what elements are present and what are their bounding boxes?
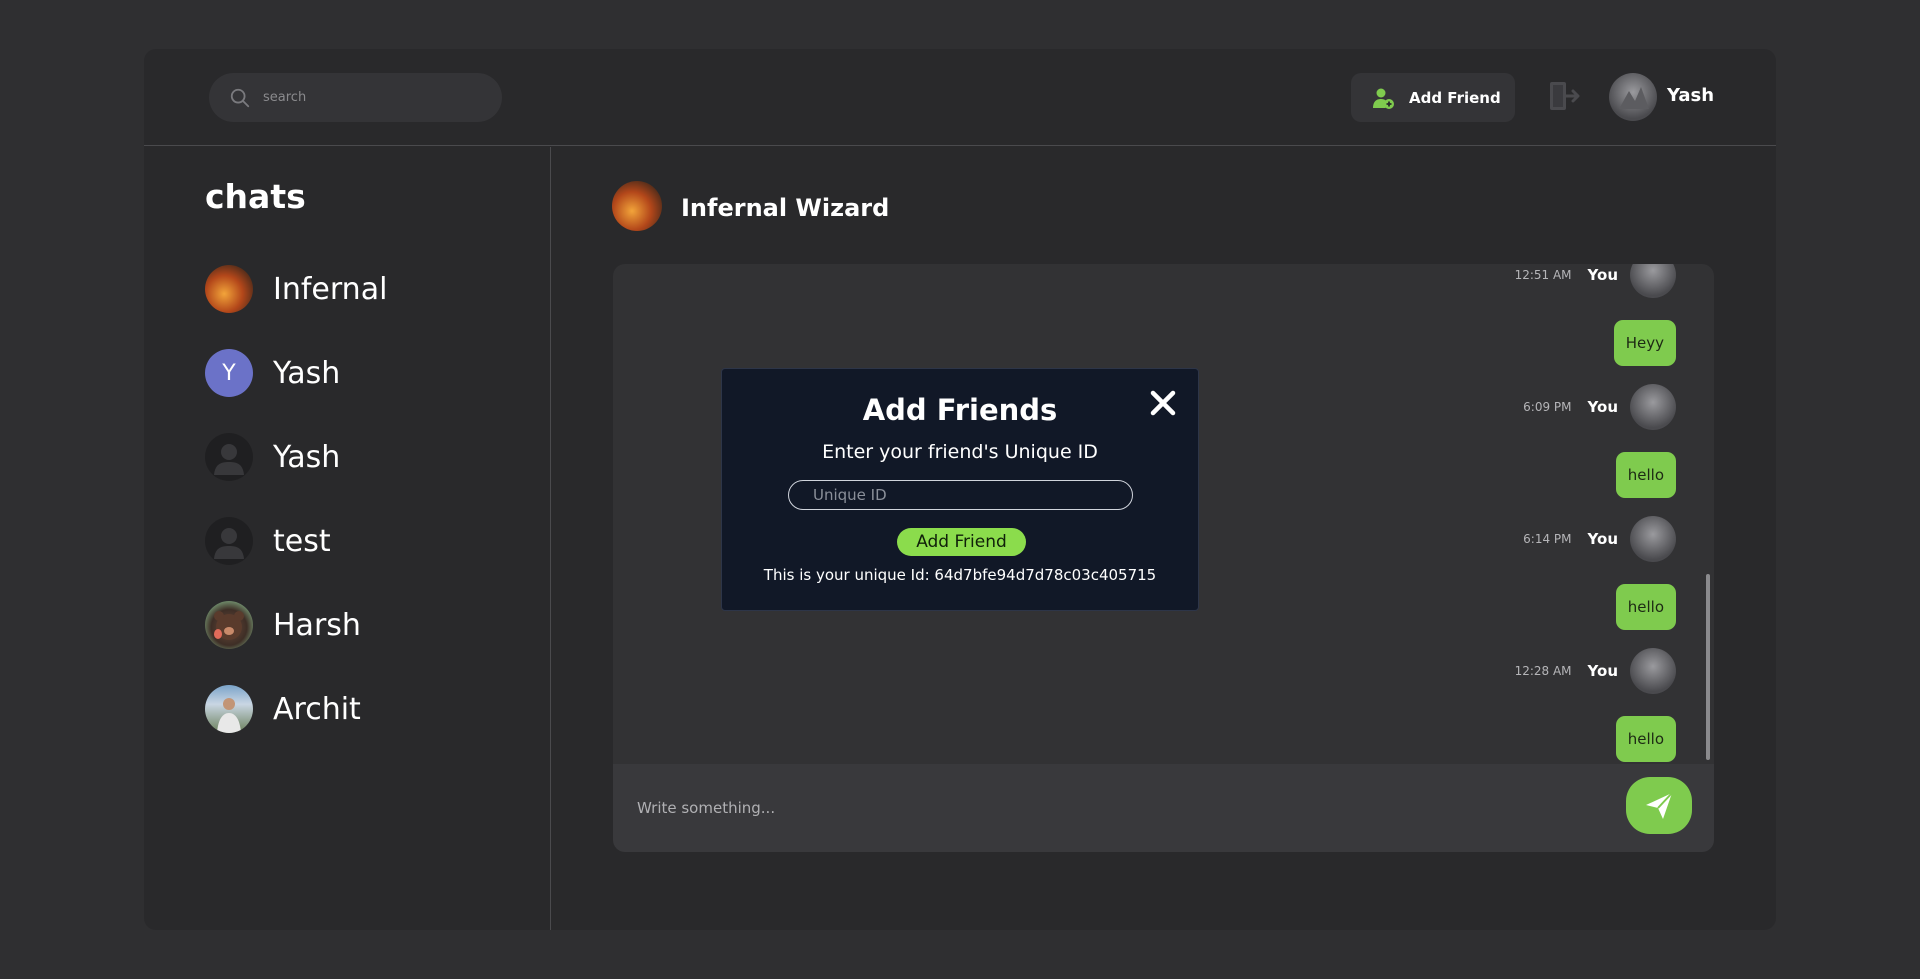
modal-title: Add Friends xyxy=(862,393,1058,427)
chat-item-label: Archit xyxy=(273,691,361,727)
chat-item-yash[interactable]: Y Yash xyxy=(205,348,340,398)
chats-title: chats xyxy=(205,177,306,216)
search-bar[interactable] xyxy=(209,73,502,122)
chat-item-label: Yash xyxy=(273,439,341,475)
message-meta: 12:28 AM You xyxy=(1515,648,1676,694)
chat-item-test[interactable]: test xyxy=(205,516,331,566)
bear-avatar xyxy=(205,601,253,649)
message-time: 6:09 PM xyxy=(1523,400,1572,414)
message-sender: You xyxy=(1587,662,1618,680)
chat-item-label: Infernal xyxy=(273,271,388,307)
message-meta: 6:09 PM You xyxy=(1523,384,1676,430)
message-composer xyxy=(613,764,1714,852)
chat-item-label: Harsh xyxy=(273,607,361,643)
default-user-avatar xyxy=(205,517,253,565)
avatar-initial: Y xyxy=(222,360,236,386)
message-sender: You xyxy=(1587,398,1618,416)
add-friends-modal: Add Friends Enter your friend's Unique I… xyxy=(721,368,1199,611)
message-bubble: hello xyxy=(1615,452,1676,498)
send-icon xyxy=(1646,791,1673,819)
user-avatar[interactable] xyxy=(1609,73,1657,121)
message-bubble: hello xyxy=(1615,716,1676,762)
search-input[interactable] xyxy=(263,90,483,105)
message-time: 12:28 AM xyxy=(1514,664,1572,678)
message-time: 12:51 AM xyxy=(1514,268,1572,282)
message-input[interactable] xyxy=(637,794,1587,822)
user-name[interactable]: Yash xyxy=(1667,85,1714,106)
chat-item-harsh[interactable]: Harsh xyxy=(205,600,361,650)
letter-avatar: Y xyxy=(205,349,253,397)
sender-avatar xyxy=(1630,384,1676,430)
infernal-avatar xyxy=(205,265,253,313)
photo-avatar xyxy=(205,685,253,733)
add-user-icon xyxy=(1373,88,1394,109)
message-bubble: hello xyxy=(1615,584,1676,630)
chat-item-label: Yash xyxy=(273,355,341,391)
message-meta: 12:51 AM You xyxy=(1515,264,1676,298)
contact-avatar[interactable] xyxy=(612,181,662,231)
search-icon xyxy=(230,88,250,107)
sender-avatar xyxy=(1630,264,1676,298)
chat-item-yash-2[interactable]: Yash xyxy=(205,432,340,482)
contact-name: Infernal Wizard xyxy=(681,194,890,222)
close-icon[interactable] xyxy=(1147,387,1179,419)
message-meta: 6:14 PM You xyxy=(1523,516,1676,562)
sender-avatar xyxy=(1630,648,1676,694)
chats-sidebar: chats Infernal Y Yash Yash test Harsh Ar… xyxy=(144,147,551,930)
logout-icon[interactable] xyxy=(1546,79,1580,113)
add-friend-submit-button[interactable]: Add Friend xyxy=(897,528,1026,556)
message-sender: You xyxy=(1587,266,1618,284)
message-bubble: Heyy xyxy=(1613,320,1676,366)
top-bar: Add Friend Yash xyxy=(144,49,1776,146)
message-sender: You xyxy=(1587,530,1618,548)
default-user-avatar xyxy=(205,433,253,481)
scrollbar[interactable] xyxy=(1706,574,1710,760)
chat-item-archit[interactable]: Archit xyxy=(205,684,361,734)
unique-id-input[interactable] xyxy=(788,480,1133,510)
modal-subtitle: Enter your friend's Unique ID xyxy=(822,441,1098,463)
unique-id-text: This is your unique Id: 64d7bfe94d7d78c0… xyxy=(763,566,1157,584)
chat-item-label: test xyxy=(273,523,331,559)
add-friend-label: Add Friend xyxy=(1409,88,1501,107)
add-friend-button[interactable]: Add Friend xyxy=(1351,73,1515,122)
message-time: 6:14 PM xyxy=(1523,532,1572,546)
send-button[interactable] xyxy=(1626,777,1692,834)
chat-item-infernal[interactable]: Infernal xyxy=(205,264,387,314)
sender-avatar xyxy=(1630,516,1676,562)
